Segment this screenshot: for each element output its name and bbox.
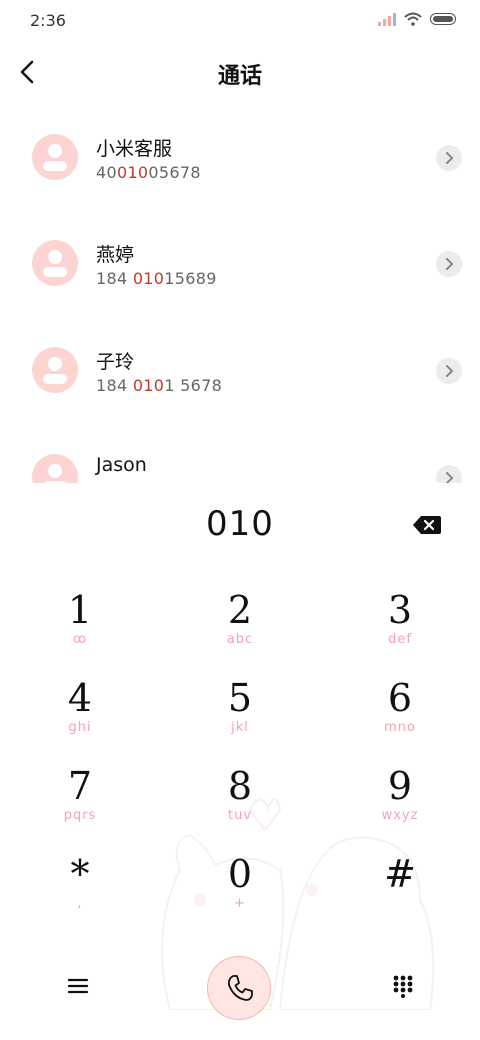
menu-icon <box>67 978 89 994</box>
avatar <box>32 454 78 483</box>
battery-icon <box>430 13 456 25</box>
contact-item[interactable]: 燕婷 184 01015689 <box>0 236 480 336</box>
contact-number: 184 01015689 <box>96 269 217 288</box>
contact-detail-button[interactable] <box>436 145 462 171</box>
dialpad-icon <box>393 975 413 998</box>
dialed-number[interactable]: 010 <box>0 504 480 544</box>
contact-name: 小米客服 <box>96 138 173 160</box>
key-8[interactable]: 8 tuv <box>180 764 300 842</box>
contact-item[interactable]: Jason <box>0 450 480 483</box>
contact-name: 燕婷 <box>96 244 135 266</box>
avatar <box>32 240 78 286</box>
header: 通话 <box>0 44 480 100</box>
wifi-icon <box>404 12 422 26</box>
key-star[interactable]: *, <box>20 852 140 930</box>
contact-name: 子玲 <box>96 351 135 373</box>
page-title: 通话 <box>217 64 262 89</box>
chevron-right-icon <box>446 365 454 377</box>
contact-number: 4001005678 <box>96 163 201 182</box>
status-bar: 2:36 <box>0 0 480 40</box>
key-7[interactable]: 7 pqrs <box>20 764 140 842</box>
status-time: 2:36 <box>30 11 66 30</box>
dialpad: 1ꝏ 2 abc 3 def 4 ghi 5 jkl 6 mno 7 pqrs 8 tuv 9… <box>0 580 480 940</box>
contact-detail-button[interactable] <box>436 358 462 384</box>
dial-input-row: 010 <box>0 500 480 560</box>
key-3[interactable]: 3 def <box>340 588 460 666</box>
call-button[interactable] <box>207 956 271 1020</box>
key-6[interactable]: 6 mno <box>340 676 460 754</box>
menu-button[interactable] <box>66 976 90 996</box>
voicemail-icon: ꝏ <box>72 632 88 647</box>
backspace-button[interactable] <box>412 514 442 536</box>
avatar <box>32 347 78 393</box>
key-0[interactable]: 0 + <box>180 852 300 930</box>
contact-item[interactable]: 子玲 184 0101 5678 <box>0 343 480 443</box>
chevron-right-icon <box>446 472 454 483</box>
chevron-right-icon <box>446 152 454 164</box>
contact-detail-button[interactable] <box>436 251 462 277</box>
key-2[interactable]: 2 abc <box>180 588 300 666</box>
key-hash[interactable]: # <box>340 852 460 930</box>
dialpad-toggle-button[interactable] <box>392 974 414 998</box>
key-1[interactable]: 1ꝏ <box>20 588 140 666</box>
contact-list: 小米客服 4001005678 燕婷 184 01015689 子玲 184 0… <box>0 110 480 483</box>
backspace-icon <box>413 516 441 534</box>
key-4[interactable]: 4 ghi <box>20 676 140 754</box>
phone-icon <box>227 975 253 1001</box>
key-9[interactable]: 9 wxyz <box>340 764 460 842</box>
key-5[interactable]: 5 jkl <box>180 676 300 754</box>
contact-name: Jason <box>96 454 147 476</box>
status-icons <box>378 12 456 26</box>
contact-detail-button[interactable] <box>436 465 462 483</box>
signal-icon <box>378 12 396 26</box>
contact-item[interactable]: 小米客服 4001005678 <box>0 130 480 230</box>
bottom-bar <box>0 950 480 1030</box>
contact-number: 184 0101 5678 <box>96 376 223 395</box>
avatar <box>32 134 78 180</box>
chevron-right-icon <box>446 258 454 270</box>
